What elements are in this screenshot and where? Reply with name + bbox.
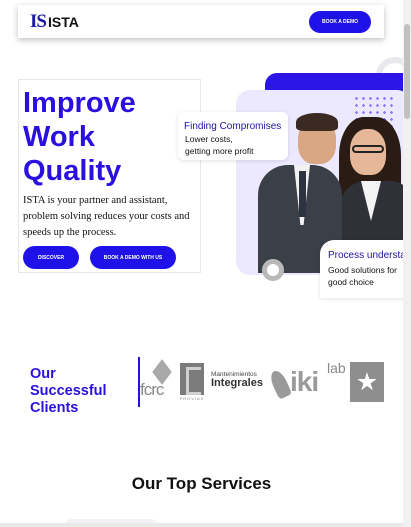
book-demo-button[interactable]: BOOK A DEMO: [309, 10, 371, 33]
woman-glasses: [352, 145, 384, 153]
rocket-icon: [267, 368, 293, 400]
hero-description: ISTA is your partner and assistant, prob…: [23, 195, 190, 238]
hero-buttons: DISCOVER BOOK A DEMO WITH US: [23, 246, 176, 269]
card-text: Good solutions for: [328, 265, 397, 275]
process-understanding-card: Process understan Good solutions for goo…: [320, 240, 411, 298]
hero-title: Improve Work Quality: [23, 86, 193, 188]
finding-compromises-card: Finding Compromises Lower costs, getting…: [178, 112, 288, 160]
client-logo-fcrc: fcrc: [140, 359, 176, 402]
client-logo-text: PROVIAX: [179, 396, 205, 401]
clients-title: Our Successful Clients: [30, 366, 107, 416]
hero-card: Improve Work Quality ISTA is your partne…: [18, 79, 201, 273]
book-demo-with-us-button[interactable]: BOOK A DEMO WITH US: [90, 246, 176, 269]
vertical-scrollbar[interactable]: [403, 0, 411, 527]
logo-text: ISTA: [47, 13, 79, 30]
logo-mark: IS: [30, 10, 47, 32]
card-title: Process understan: [328, 250, 411, 261]
hero-title-line: Work: [23, 121, 95, 153]
horizontal-scrollbar[interactable]: [0, 523, 403, 527]
man-tie: [299, 171, 306, 217]
client-logo-lab: lab: [327, 360, 385, 404]
client-logo-text: fcrc: [140, 380, 164, 399]
scrollbar-thumb[interactable]: [404, 24, 410, 119]
client-logo-mantenimientos: Mantenimientos Integrales: [211, 369, 271, 391]
client-logo-text: Integrales: [211, 377, 263, 389]
card-text: getting more profit: [185, 146, 254, 156]
services-title: Our Top Services: [131, 474, 272, 493]
client-logo-iki: iki: [267, 364, 327, 400]
decorative-ring: [262, 259, 284, 281]
hero-title-line: Improve: [23, 87, 136, 119]
site-header: IS ISTA BOOK A DEMO: [18, 5, 384, 38]
card-text: Lower costs,: [185, 134, 233, 144]
client-logo-text: lab: [327, 360, 346, 376]
hero-title-line: Quality: [23, 155, 122, 187]
star-icon: [350, 362, 384, 402]
card-title: Finding Compromises: [184, 121, 282, 132]
card-text: good choice: [328, 277, 374, 287]
proviax-mark-icon: [180, 363, 204, 395]
client-logo-text: iki: [290, 366, 319, 397]
logo[interactable]: IS ISTA: [30, 11, 79, 33]
discover-button[interactable]: DISCOVER: [23, 246, 79, 269]
man-hair: [296, 113, 338, 131]
client-logo-proviax: PROVIAX: [177, 362, 207, 402]
